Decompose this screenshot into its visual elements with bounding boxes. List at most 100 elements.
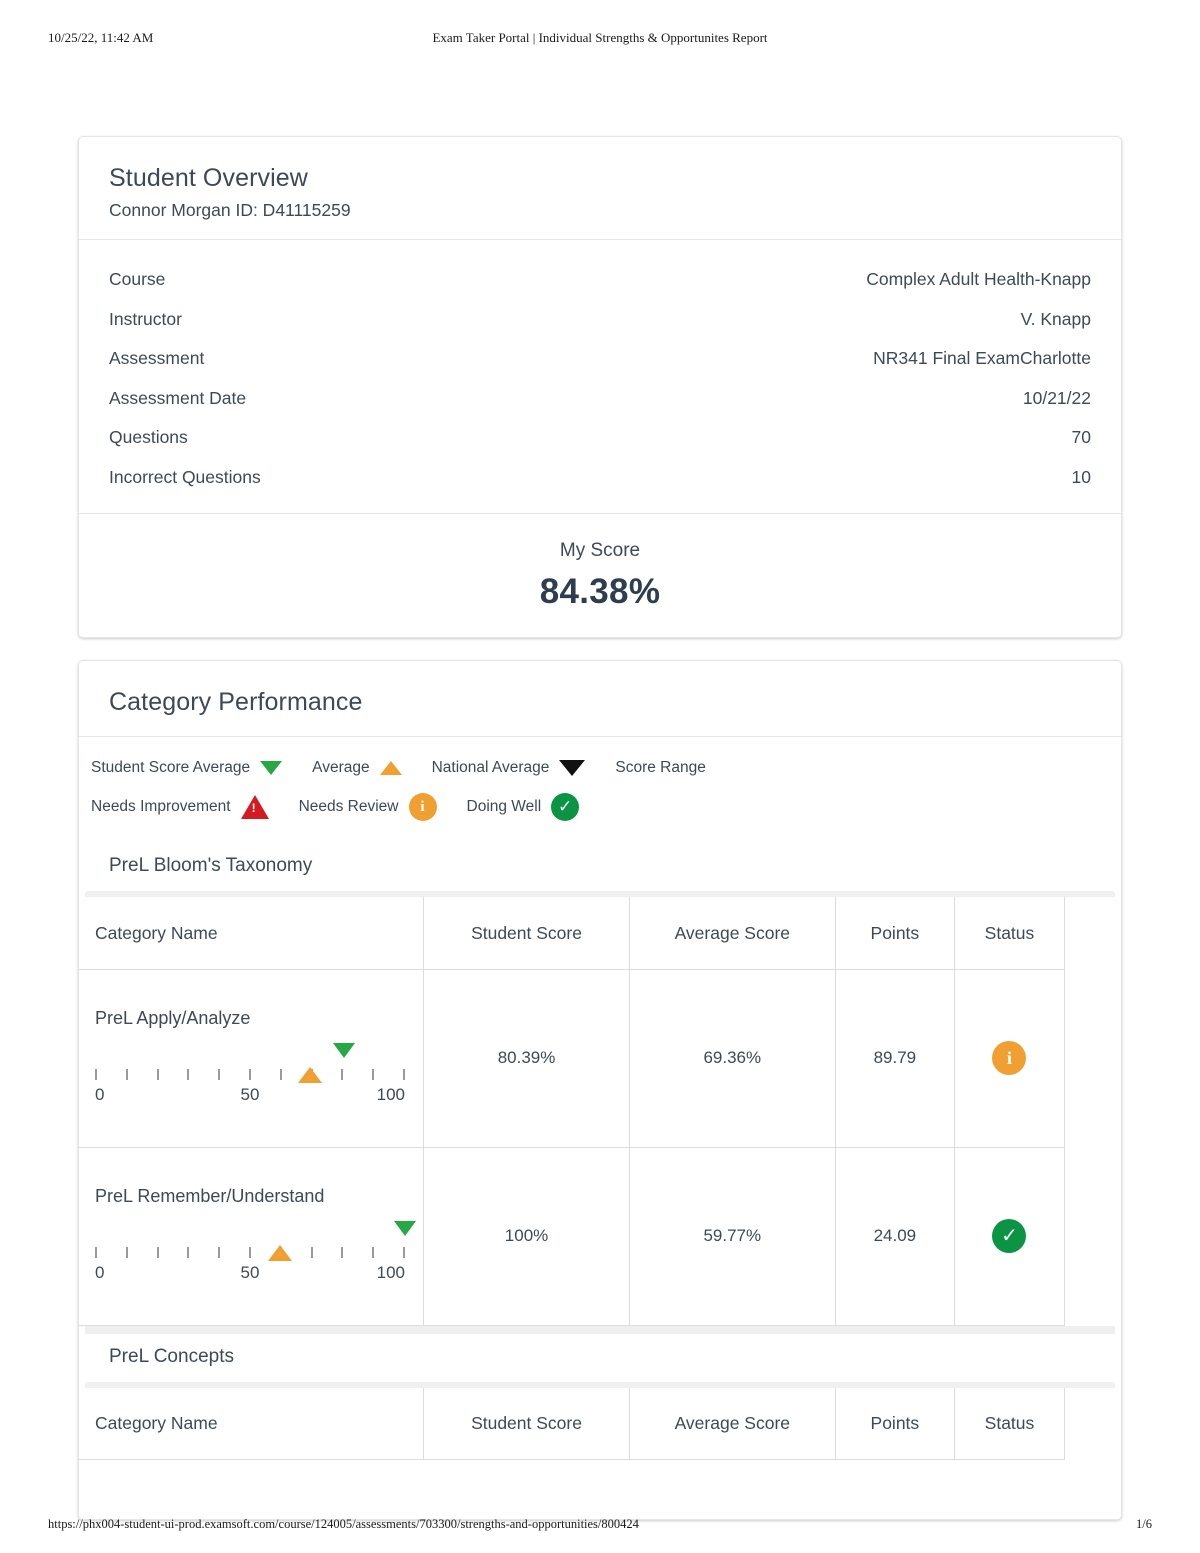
triangle-warning-red-icon (240, 795, 269, 820)
gauge-ticks (95, 1246, 405, 1259)
legend-label: Average (312, 759, 370, 777)
score-range-gauge: 0 50 100 (95, 1035, 405, 1109)
page-title: Student Overview (109, 164, 308, 192)
gauge-tick (187, 1246, 190, 1258)
field-label: Assessment Date (109, 387, 247, 408)
gauge-tick (310, 1246, 313, 1258)
gauge-tick (403, 1068, 405, 1080)
footer-url: https://phx004-student-ui-prod.examsoft.… (48, 1517, 639, 1531)
legend-item-needs-review: Needs Review i (298, 793, 437, 822)
legend-label: Needs Review (298, 798, 399, 816)
legend-item-national-average: National Average (432, 759, 586, 777)
field-value: NR341 Final ExamCharlotte (873, 348, 1091, 369)
table-row: PreL Apply/Analyze 0 50 100 80.39% 69.36… (79, 969, 1121, 1148)
status-wrap: i (956, 1041, 1063, 1076)
overview-row-instructor: Instructor V. Knapp (109, 300, 1091, 340)
concepts-table-wrap: Category Name Student Score Average Scor… (79, 1381, 1121, 1461)
field-label: Instructor (109, 308, 182, 329)
table-header-row: Category Name Student Score Average Scor… (79, 1387, 1121, 1461)
cell-average-score: 69.36% (628, 969, 836, 1148)
cell-spacer (1065, 969, 1121, 1147)
legend-item-needs-improvement: Needs Improvement (91, 795, 269, 820)
field-label: Assessment (109, 348, 205, 369)
category-performance-header: Category Performance (79, 661, 1121, 738)
gauge-tick (156, 1246, 159, 1258)
score-range-gauge: 0 50 100 (95, 1213, 416, 1287)
legend-item-doing-well: Doing Well ✓ (466, 793, 580, 822)
legend-label: Score Range (615, 759, 706, 777)
circle-info-orange-icon: i (408, 793, 437, 822)
student-overview-card: Student Overview Connor Morgan ID: D4111… (78, 136, 1122, 638)
legend: Student Score Average Average National A… (79, 737, 1121, 843)
overview-row-assessment-date: Assessment Date 10/21/22 (109, 379, 1091, 419)
overview-row-questions: Questions 70 (109, 418, 1091, 458)
print-footer: https://phx004-student-ui-prod.examsoft.… (0, 1517, 1200, 1535)
gauge-tick (125, 1068, 128, 1080)
cell-student-score: 80.39% (423, 969, 630, 1148)
triangle-up-orange-icon (379, 761, 402, 776)
gauge-tick (218, 1246, 221, 1258)
blooms-taxonomy-table: Category Name Student Score Average Scor… (79, 897, 1121, 1326)
gauge-tick (341, 1246, 344, 1258)
overview-row-incorrect-questions: Incorrect Questions 10 (109, 458, 1091, 498)
legend-item-average: Average (312, 759, 402, 777)
gauge-tick-label-mid: 50 (240, 1084, 260, 1104)
triangle-down-black-icon (559, 760, 586, 777)
footer-page-number: 1/6 (1136, 1517, 1152, 1531)
field-label: Questions (109, 427, 188, 448)
field-value: 70 (1071, 427, 1091, 448)
field-value: V. Knapp (1020, 308, 1091, 329)
gauge-tick (95, 1068, 97, 1080)
gauge-tick (156, 1068, 159, 1080)
triangle-down-green-icon (260, 761, 283, 776)
subsection-title-blooms-taxonomy: PreL Bloom's Taxonomy (109, 855, 313, 877)
overview-row-course: Course Complex Adult Health-Knapp (109, 260, 1091, 300)
gauge-tick (403, 1246, 405, 1258)
blooms-taxonomy-table-wrap: Category Name Student Score Average Scor… (79, 891, 1121, 1326)
legend-label: Needs Improvement (91, 798, 231, 816)
column-header-student-score: Student Score (423, 897, 630, 970)
legend-item-score-range: Score Range (615, 759, 715, 777)
column-header-points: Points (834, 1387, 955, 1461)
gauge-tick (341, 1068, 344, 1080)
column-header-category-name: Category Name (79, 1387, 425, 1461)
gauge-tick (372, 1246, 375, 1258)
column-header-student-score: Student Score (423, 1387, 630, 1461)
gauge-tick-label-min: 0 (95, 1084, 105, 1104)
category-performance-card: Category Performance Student Score Avera… (78, 660, 1122, 1520)
field-value: Complex Adult Health-Knapp (866, 269, 1091, 290)
circle-check-green-icon: ✓ (992, 1219, 1027, 1254)
print-header: 10/25/22, 11:42 AM Exam Taker Portal | I… (0, 30, 1200, 50)
category-label: PreL Remember/Understand (95, 1185, 325, 1206)
section-title-category-performance: Category Performance (109, 688, 363, 716)
gauge-tick-label-min: 0 (95, 1262, 105, 1282)
cell-student-score: 100% (423, 1146, 630, 1326)
gauge-tick (95, 1246, 97, 1258)
section-divider (85, 1325, 1115, 1334)
student-score-marker-icon (333, 1042, 356, 1058)
table-header-row: Category Name Student Score Average Scor… (79, 897, 1121, 970)
column-header-spacer (1065, 1388, 1121, 1460)
print-document-title: Exam Taker Portal | Individual Strengths… (432, 30, 768, 45)
average-score-marker-icon (268, 1244, 293, 1261)
column-header-status: Status (953, 1387, 1066, 1461)
field-label: Course (109, 269, 166, 290)
info-glyph: i (1006, 1048, 1012, 1069)
circle-info-orange-icon: i (992, 1041, 1027, 1076)
cell-category-name: PreL Apply/Analyze 0 50 100 (79, 969, 425, 1148)
cell-average-score: 59.77% (628, 1146, 836, 1326)
category-label: PreL Apply/Analyze (95, 1007, 251, 1028)
average-score-marker-icon (298, 1066, 323, 1083)
legend-label: Doing Well (466, 798, 542, 816)
column-header-average-score: Average Score (628, 897, 836, 970)
circle-check-green-icon: ✓ (551, 793, 580, 822)
legend-item-student-score-average: Student Score Average (91, 759, 283, 777)
concepts-table: Category Name Student Score Average Scor… (79, 1387, 1121, 1461)
field-value: 10/21/22 (1022, 387, 1091, 408)
legend-row-markers: Student Score Average Average National A… (91, 759, 1121, 777)
overview-row-assessment: Assessment NR341 Final ExamCharlotte (109, 339, 1091, 379)
my-score-label: My Score (559, 540, 641, 562)
cell-points: 24.09 (834, 1146, 955, 1326)
cell-status: ✓ (953, 1146, 1066, 1326)
gauge-tick (372, 1068, 375, 1080)
